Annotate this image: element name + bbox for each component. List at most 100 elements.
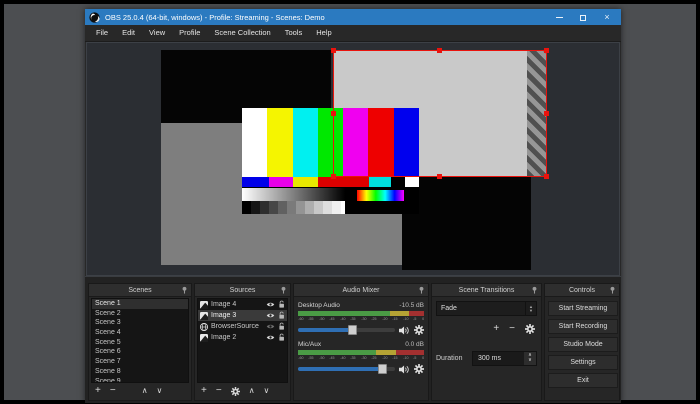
settings-button[interactable]: Settings [548, 355, 618, 370]
channel-name: Mic/Aux [298, 341, 321, 348]
pin-icon[interactable] [181, 286, 188, 295]
menu-scene-collection[interactable]: Scene Collection [207, 25, 277, 41]
audio-mixer-title: Audio Mixer [343, 287, 380, 294]
lock-icon[interactable] [278, 322, 285, 331]
scene-list-item[interactable]: Scene 8 [92, 367, 188, 377]
meter-tick-label: -5 [414, 355, 417, 360]
selection-handle-top-middle[interactable] [437, 48, 442, 53]
meter-tick-label: -60 [298, 355, 303, 360]
visibility-eye-icon[interactable] [266, 312, 275, 319]
scene-list-item[interactable]: Scene 9 [92, 377, 188, 384]
meter-tick-label: -20 [382, 355, 387, 360]
add-transition-button[interactable]: + [493, 323, 499, 335]
channel-settings-gear-icon[interactable] [414, 364, 424, 374]
volume-fader[interactable] [298, 328, 395, 332]
selection-handle-top-left[interactable] [331, 48, 336, 53]
selection-handle-middle-left[interactable] [331, 111, 336, 116]
remove-source-button[interactable]: − [216, 385, 222, 397]
scene-list-item[interactable]: Scene 6 [92, 347, 188, 357]
pin-icon[interactable] [531, 286, 538, 295]
selection-handle-bottom-middle[interactable] [437, 174, 442, 179]
visibility-eye-icon[interactable] [266, 301, 275, 308]
lock-icon[interactable] [278, 300, 285, 309]
lock-icon[interactable] [278, 311, 285, 320]
fader-handle[interactable] [378, 364, 387, 374]
move-source-down-button[interactable]: ∨ [264, 385, 270, 397]
studio-mode-button[interactable]: Studio Mode [548, 337, 618, 352]
preview-area [86, 42, 620, 276]
gray-step [323, 201, 332, 214]
start-streaming-button[interactable]: Start Streaming [548, 301, 618, 316]
menu-file[interactable]: File [89, 25, 115, 41]
lock-icon[interactable] [278, 333, 285, 342]
selection-handle-bottom-right[interactable] [544, 174, 549, 179]
scene-list-item[interactable]: Scene 1 [92, 299, 188, 309]
minimize-button[interactable] [553, 9, 565, 25]
titlebar[interactable]: OBS 25.0.4 (64-bit, windows) - Profile: … [85, 9, 621, 25]
meter-tick-label: -50 [319, 316, 324, 321]
menu-view[interactable]: View [142, 25, 172, 41]
transition-properties-gear-icon[interactable] [525, 324, 535, 334]
selection-handle-middle-right[interactable] [544, 111, 549, 116]
scene-transitions-header: Scene Transitions [432, 284, 541, 297]
source-list-item[interactable]: Image 2 [198, 332, 287, 343]
pin-icon[interactable] [280, 286, 287, 295]
visibility-eye-icon[interactable] [266, 323, 275, 330]
rainbow-gradient [357, 190, 405, 202]
meter-tick-label: -60 [298, 316, 303, 321]
visibility-eye-icon[interactable] [266, 334, 275, 341]
selection-handle-bottom-left[interactable] [331, 174, 336, 179]
close-button[interactable]: × [601, 9, 613, 25]
sources-list: Image 4 [197, 298, 288, 383]
pin-icon[interactable] [418, 286, 425, 295]
scene-list-item[interactable]: Scene 2 [92, 309, 188, 319]
scene-list-item[interactable]: Scene 7 [92, 357, 188, 367]
sources-toolbar: + − ∧ ∨ [197, 384, 288, 398]
desktop-background: OBS 25.0.4 (64-bit, windows) - Profile: … [4, 4, 696, 400]
channel-settings-gear-icon[interactable] [414, 325, 424, 335]
color-bar [242, 108, 267, 177]
exit-button[interactable]: Exit [548, 373, 618, 388]
source-properties-gear-icon[interactable] [231, 387, 240, 396]
start-recording-button[interactable]: Start Recording [548, 319, 618, 334]
gray-step [314, 201, 323, 214]
speaker-icon[interactable] [399, 365, 410, 374]
remove-scene-button[interactable]: − [110, 385, 116, 397]
meter-tick-label: -20 [382, 316, 387, 321]
menu-help[interactable]: Help [309, 25, 338, 41]
gray-step [278, 201, 287, 214]
duration-spinbox[interactable]: 300 ms ∧∨ [472, 351, 537, 366]
fader-handle[interactable] [348, 325, 357, 335]
scenes-title: Scenes [128, 287, 151, 294]
speaker-icon[interactable] [399, 326, 410, 335]
meter-scale: -60-55-50-45-40-35-30-25-20-15-10-50 [298, 316, 424, 322]
transition-select-spinner[interactable]: ▲▼ [525, 302, 536, 315]
obs-logo-icon [89, 12, 100, 23]
selection-handle-top-right[interactable] [544, 48, 549, 53]
castellation-segment [391, 177, 405, 188]
source-list-item[interactable]: Image 4 [198, 299, 287, 310]
menu-profile[interactable]: Profile [172, 25, 207, 41]
gray-step [332, 201, 341, 214]
remove-transition-button[interactable]: − [509, 323, 515, 335]
scene-list-item[interactable]: Scene 4 [92, 328, 188, 338]
volume-fader[interactable] [298, 367, 395, 371]
scene-list-item[interactable]: Scene 3 [92, 318, 188, 328]
duration-spin-buttons[interactable]: ∧∨ [524, 352, 536, 365]
maximize-button[interactable] [577, 9, 589, 25]
add-source-button[interactable]: + [201, 385, 207, 397]
source-list-item[interactable]: Image 3 [198, 310, 287, 321]
menu-edit[interactable]: Edit [115, 25, 142, 41]
pin-icon[interactable] [609, 286, 616, 295]
scene-list-item[interactable]: Scene 5 [92, 338, 188, 348]
mixer-channel-mic-aux: Mic/Aux 0.0 dB -60-55-50-45-40-35-30-25-… [298, 341, 424, 374]
menu-tools[interactable]: Tools [278, 25, 310, 41]
move-source-up-button[interactable]: ∧ [249, 385, 255, 397]
meter-tick-label: -10 [403, 355, 408, 360]
meter-tick-label: -25 [372, 355, 377, 360]
transition-select[interactable]: Fade ▲▼ [436, 301, 537, 316]
source-list-item[interactable]: BrowserSource [198, 321, 287, 332]
add-scene-button[interactable]: + [95, 385, 101, 397]
move-scene-down-button[interactable]: ∨ [157, 385, 163, 397]
move-scene-up-button[interactable]: ∧ [142, 385, 148, 397]
